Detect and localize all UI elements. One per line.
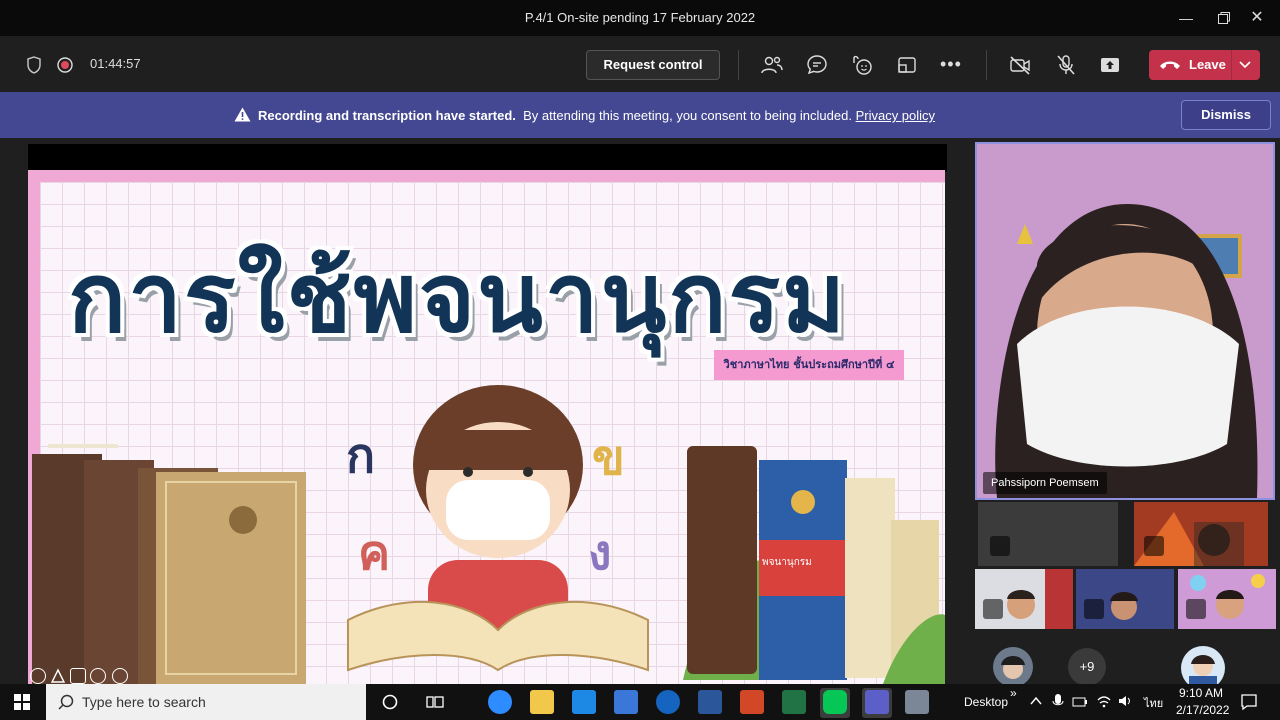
presenter-name: Pahssiporn Poemsem	[991, 477, 1099, 489]
input-language[interactable]: ไทย	[1144, 694, 1163, 712]
teams-app-icon[interactable]	[865, 690, 889, 714]
next-slide-button[interactable]	[112, 668, 128, 684]
more-participants-button[interactable]: +9	[1068, 648, 1106, 686]
privacy-policy-link[interactable]: Privacy policy	[856, 108, 935, 123]
banner-text: By attending this meeting, you consent t…	[523, 108, 852, 123]
shared-screen-letterbox	[28, 144, 947, 172]
hang-up-icon	[1160, 61, 1180, 69]
windows-taskbar: Type here to search Desktop » ไทย 9:10 A…	[0, 684, 1280, 720]
toolbar-divider	[738, 50, 739, 80]
letter-decoration: ง	[588, 525, 612, 581]
toolbar-expand-icon[interactable]: »	[1010, 686, 1017, 700]
leave-divider	[1231, 50, 1232, 80]
mic-off-icon	[1084, 599, 1104, 619]
books-right-illustration	[683, 446, 945, 684]
maximize-button[interactable]	[1212, 6, 1236, 30]
mic-off-icon[interactable]	[1054, 53, 1078, 77]
book-spine-label: พจนานุกรม	[762, 557, 812, 568]
letter-decoration: ก	[346, 428, 376, 484]
mic-off-icon	[1186, 599, 1206, 619]
participant-tile[interactable]	[978, 502, 1118, 566]
banner-message: Recording and transcription have started…	[258, 108, 935, 123]
mic-off-icon	[983, 599, 1003, 619]
store-app-icon[interactable]	[614, 690, 638, 714]
file-explorer-icon[interactable]	[530, 690, 554, 714]
banner-bold-text: Recording and transcription have started…	[258, 108, 516, 123]
recording-banner: Recording and transcription have started…	[0, 92, 1280, 138]
taskbar-search-box[interactable]: Type here to search	[46, 684, 366, 720]
chevron-up-icon[interactable]	[1030, 696, 1042, 706]
warning-icon	[234, 107, 251, 122]
clock-date[interactable]: 2/17/2022	[1176, 703, 1229, 717]
mic-off-icon	[990, 536, 1010, 556]
presenter-video-frame	[977, 144, 1273, 498]
dismiss-button[interactable]: Dismiss	[1181, 100, 1271, 130]
letter-decoration: ค	[358, 525, 391, 581]
excel-app-icon[interactable]	[782, 690, 806, 714]
shield-icon	[27, 56, 41, 74]
cortana-icon[interactable]	[382, 694, 398, 710]
letter-decoration: ข	[592, 430, 625, 486]
search-placeholder: Type here to search	[82, 694, 206, 710]
presenter-video[interactable]	[975, 142, 1275, 500]
presenter-name-tag: Pahssiporn Poemsem	[983, 472, 1107, 494]
books-left-illustration	[32, 444, 306, 684]
leave-button[interactable]: Leave	[1149, 50, 1260, 80]
windows-start-icon[interactable]	[14, 694, 30, 710]
captions-button[interactable]	[70, 668, 86, 684]
participants-icon[interactable]	[760, 53, 784, 77]
volume-icon[interactable]	[1118, 694, 1134, 708]
chat-icon[interactable]	[805, 53, 829, 77]
clock-time[interactable]: 9:10 AM	[1179, 686, 1223, 700]
request-control-button[interactable]: Request control	[586, 50, 720, 80]
pointer-button[interactable]	[50, 668, 66, 684]
desktop-toolbar-label[interactable]: Desktop	[964, 695, 1008, 709]
mic-off-icon	[1144, 536, 1164, 556]
camera-off-icon[interactable]	[1008, 53, 1032, 77]
line-app-icon[interactable]	[823, 690, 847, 714]
window-title-bar: P.4/1 On-site pending 17 February 2022 —…	[0, 0, 1280, 36]
notifications-icon[interactable]	[1240, 693, 1258, 711]
participant-avatar-image	[1134, 502, 1268, 566]
toolbar-divider	[986, 50, 987, 80]
shared-slide: การใช้พจนานุกรม วิชาภาษาไทย ชั้นประถมศึก…	[28, 170, 945, 684]
participant-tile[interactable]	[1134, 502, 1268, 566]
leave-label: Leave	[1189, 57, 1226, 72]
participant-tile[interactable]	[1178, 569, 1276, 629]
minimize-button[interactable]: —	[1174, 6, 1198, 30]
task-view-icon[interactable]	[426, 694, 444, 710]
battery-icon[interactable]	[1072, 695, 1088, 709]
slide-subject-label: วิชาภาษาไทย ชั้นประถมศึกษาปีที่ ๔	[714, 350, 904, 380]
mail-app-icon[interactable]	[572, 690, 596, 714]
more-actions-icon[interactable]: •••	[940, 54, 962, 75]
participant-tile[interactable]	[975, 569, 1073, 629]
word-app-icon[interactable]	[698, 690, 722, 714]
search-icon	[58, 694, 74, 710]
reactions-icon[interactable]	[850, 53, 874, 77]
wifi-icon[interactable]	[1096, 694, 1112, 708]
recording-icon	[57, 57, 73, 73]
window-title: P.4/1 On-site pending 17 February 2022	[524, 10, 756, 25]
participant-avatar[interactable]	[993, 647, 1033, 687]
microphone-tray-icon[interactable]	[1052, 693, 1064, 711]
meeting-timer: 01:44:57	[90, 56, 141, 71]
share-screen-icon[interactable]	[1098, 53, 1122, 77]
participant-tile[interactable]	[1076, 569, 1174, 629]
chevron-down-icon[interactable]	[1239, 60, 1251, 70]
zoom-app-icon[interactable]	[488, 690, 512, 714]
meeting-toolbar: 01:44:57 Request control ••• Leave	[0, 36, 1280, 92]
more-options-button[interactable]	[90, 668, 106, 684]
snipping-tool-icon[interactable]	[905, 690, 929, 714]
rooms-icon[interactable]	[895, 53, 919, 77]
edge-browser-icon[interactable]	[656, 690, 680, 714]
close-window-button[interactable]: ✕	[1245, 6, 1269, 30]
powerpoint-app-icon[interactable]	[740, 690, 764, 714]
previous-slide-button[interactable]	[30, 668, 46, 684]
restore-icon	[1218, 12, 1230, 24]
